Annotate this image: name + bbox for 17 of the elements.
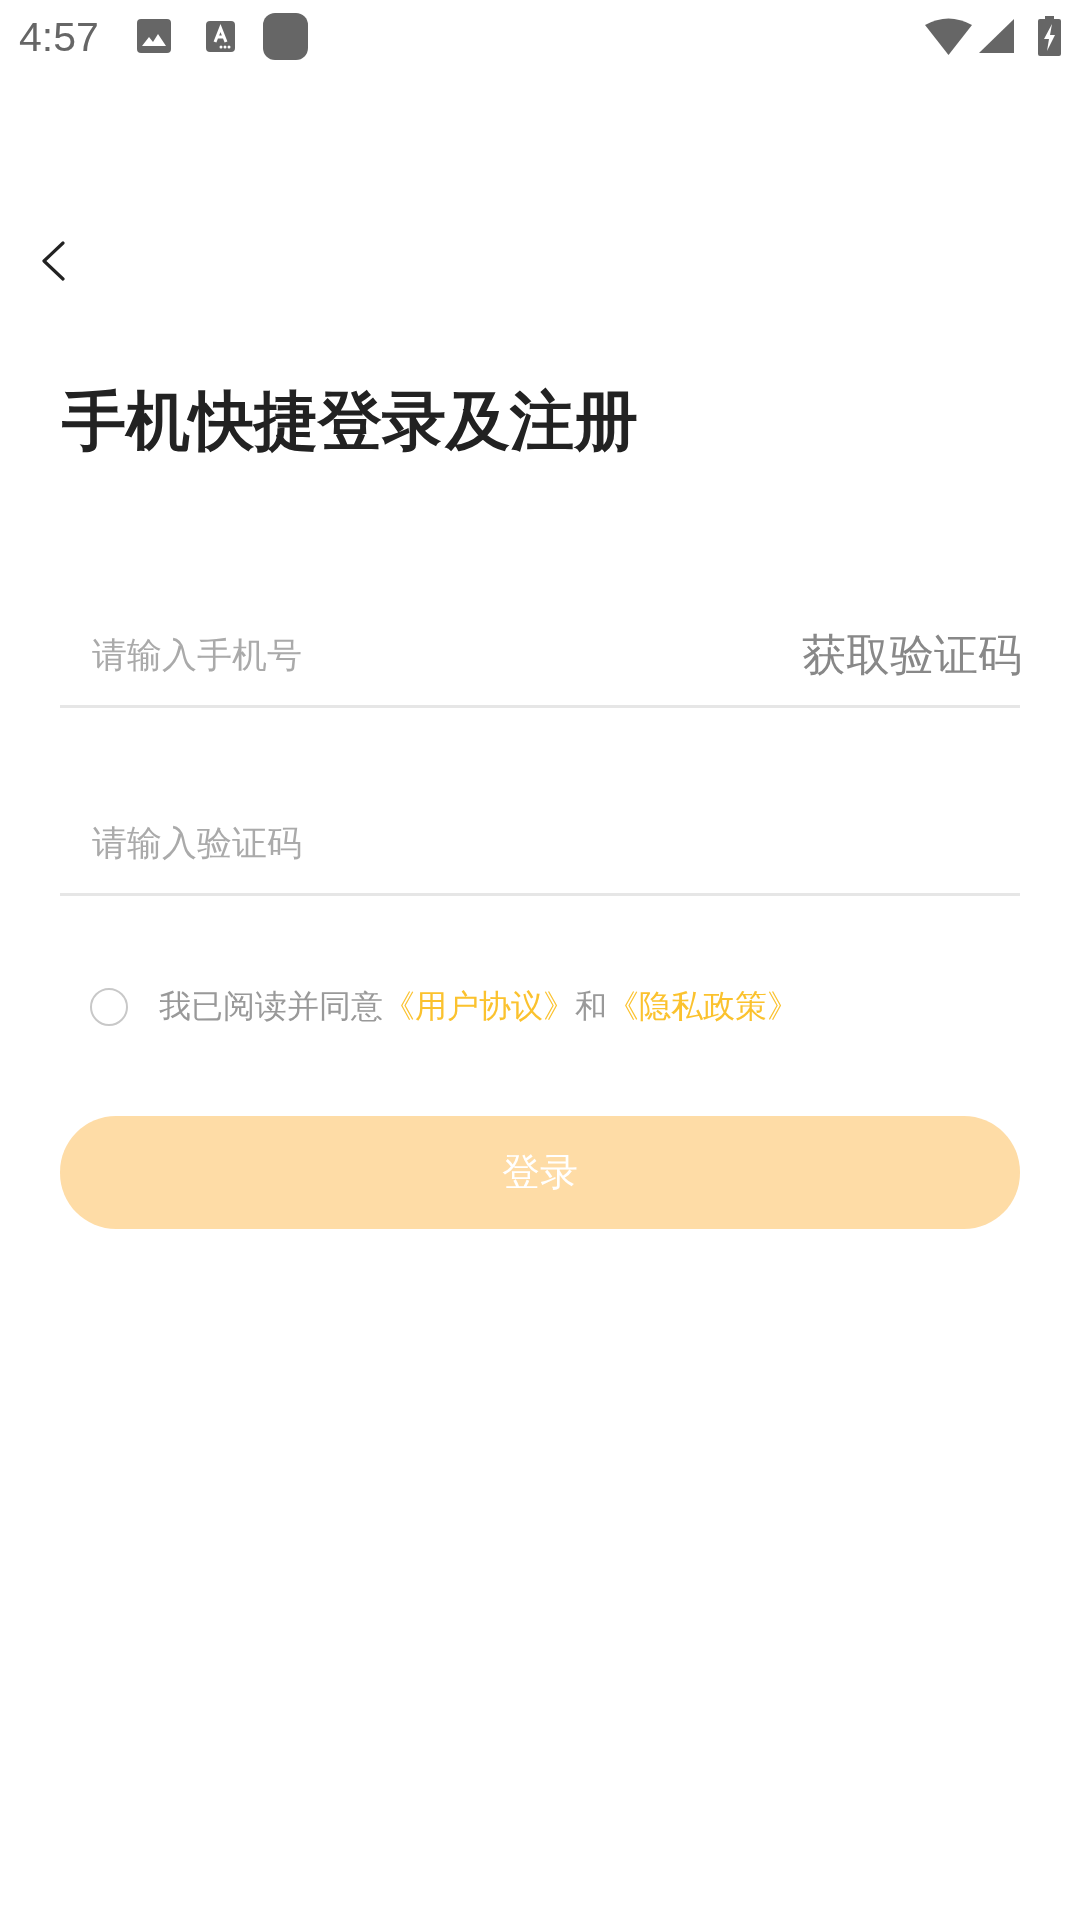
signal-icon <box>979 19 1014 53</box>
policy-link[interactable]: 《隐私政策》 <box>607 987 799 1026</box>
agreement-text: 我已阅读并同意《用户协议》和《隐私政策》 <box>159 986 799 1028</box>
status-time: 4:57 <box>19 16 99 58</box>
code-input-field[interactable]: 请输入验证码 <box>60 808 1020 878</box>
get-code-button[interactable]: 获取验证码 <box>802 625 1022 685</box>
battery-charging-icon <box>1038 16 1061 56</box>
wifi-icon <box>925 17 972 55</box>
phone-input-field[interactable]: 请输入手机号 <box>60 620 802 690</box>
notification-icon <box>205 20 235 52</box>
back-button[interactable] <box>40 241 66 281</box>
page-title: 手机快捷登录及注册 <box>62 383 638 460</box>
back-icon <box>40 241 66 281</box>
app-icon <box>262 12 308 60</box>
policy-link[interactable]: 《用户协议》 <box>383 987 575 1026</box>
agreement-checkbox[interactable] <box>90 988 128 1026</box>
image-icon <box>136 19 171 53</box>
